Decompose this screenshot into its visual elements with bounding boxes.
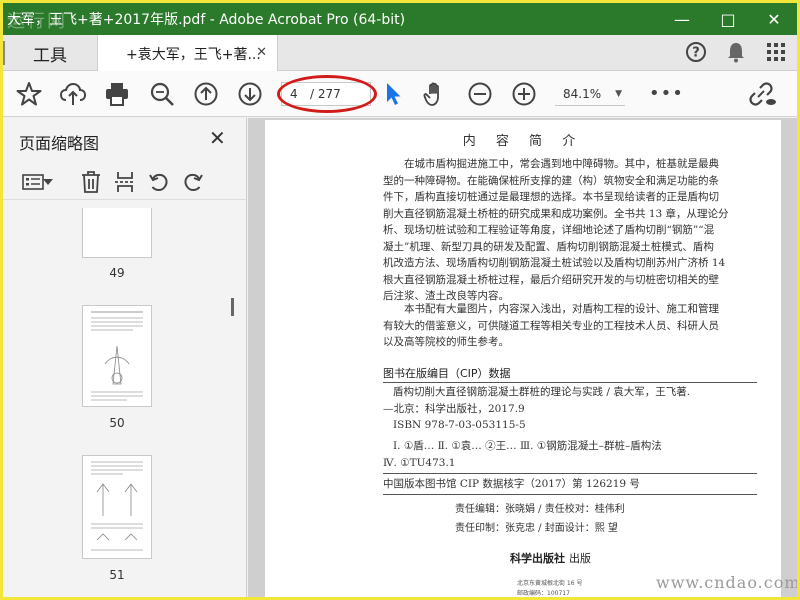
- thumbnail-page-49[interactable]: [82, 208, 152, 258]
- cip-entry: 盾构切削大直径钢筋混凝土群桩的理论与实践 / 袁大军，王飞著.: [393, 384, 763, 401]
- thumbnails-panel: 页面缩略图 ✕ 49 50 51: [3, 118, 247, 597]
- thumbnail-label: 51: [109, 568, 125, 582]
- cip-rule-bottom: [383, 494, 757, 495]
- caret-down-icon[interactable]: [41, 168, 55, 196]
- publisher-logo-text: 科学出版社: [510, 552, 565, 565]
- publisher-postcode: 邮政编码：100717: [517, 590, 570, 597]
- chevron-down-icon: ▼: [615, 88, 623, 99]
- page-up-icon[interactable]: [192, 80, 220, 108]
- select-cursor-icon[interactable]: [379, 80, 407, 108]
- intro-paragraph-1: 在城市盾构掘进施工中，常会遇到地中障碍物。其中，桩基就是最典: [383, 156, 757, 173]
- text-line: Ⅰ. ①盾… Ⅱ. ①袁… ②王… Ⅲ. ①钢筋混凝土–群桩–盾构法: [393, 440, 662, 452]
- more-tools-icon[interactable]: •••: [649, 83, 684, 104]
- tab-document-label: +袁大军，王飞+著...: [126, 46, 261, 63]
- thumbnail-page-51[interactable]: [82, 455, 152, 559]
- share-link-icon[interactable]: [749, 80, 777, 108]
- publisher-name: 科学出版社 出版: [510, 550, 591, 566]
- cip-rule-mid: [383, 473, 757, 474]
- thumbnail-label: 50: [109, 416, 125, 430]
- main-toolbar: 4 / 277 84.1% ▼ •••: [3, 71, 797, 117]
- pdf-page: 内 容 简 介 在城市盾构掘进施工中，常会遇到地中障碍物。其中，桩基就是最典 型…: [265, 120, 781, 597]
- minimize-button[interactable]: —: [659, 3, 705, 35]
- text-line: 本书配有大量图片，内容深入浅出，对盾构工程的设计、施工和管理: [404, 303, 719, 315]
- thumbnail-label: 49: [109, 266, 125, 280]
- text-line: ISBN 978-7-03-053115-5: [393, 419, 526, 431]
- bell-icon[interactable]: [723, 39, 749, 65]
- watermark-url: www.cndao.com: [656, 573, 800, 592]
- publisher-tail: 出版: [569, 552, 591, 565]
- apps-grid-icon[interactable]: [763, 39, 789, 65]
- cip-isbn: ISBN 978-7-03-053115-5: [393, 417, 763, 434]
- watermark-logo: 运行网: [7, 11, 67, 32]
- tab-bar-icons: ?: [683, 39, 789, 65]
- svg-text:?: ?: [692, 46, 700, 61]
- title-bar: 运行网 大军，王飞+著+2017年版.pdf - Adobe Acrobat P…: [3, 3, 797, 35]
- panel-toolbar: [3, 164, 246, 200]
- intro-paragraph-1-rest: 型的一种障碍物。在能确保桩所支撑的建（构）筑物安全和满足功能的条 件下，盾构直接…: [383, 173, 757, 305]
- tab-bar: 工具 +袁大军，王飞+著... ✕ ?: [3, 35, 797, 72]
- credits-editor: 责任编辑：张晓娟 / 责任校对：桂伟利: [455, 504, 625, 515]
- text-line: 以及高等院校的师生参考。: [383, 336, 509, 348]
- print-icon[interactable]: [103, 80, 131, 108]
- publisher-address: 北京东黄城根北街 16 号: [517, 580, 583, 587]
- app-window: 运行网 大军，王飞+著+2017年版.pdf - Adobe Acrobat P…: [0, 0, 800, 600]
- intro-paragraph-2-rest: 有较大的借鉴意义，可供隧道工程等相关专业的工程技术人员、科研人员 以及高等院校的…: [383, 318, 757, 351]
- text-line: 削大直径钢筋混凝土桥桩的研究成果和成功案例。全书共 13 章，从理论分: [383, 207, 729, 220]
- cip-entry-publisher: —北京：科学出版社，2017.9: [383, 401, 753, 418]
- text-line: 机改造方法、现场盾构切削钢筋混凝土桩试验以及盾构切削苏州广济桥 14: [383, 257, 726, 269]
- zoom-select[interactable]: 84.1% ▼: [555, 82, 625, 106]
- rotate-cw-icon[interactable]: [179, 168, 207, 196]
- zoom-value: 84.1%: [563, 86, 602, 101]
- cloud-upload-icon[interactable]: [59, 80, 87, 108]
- tab-edge: [3, 41, 5, 65]
- text-line: 在城市盾构掘进施工中，常会遇到地中障碍物。其中，桩基就是最典: [404, 158, 719, 170]
- cip-number: 中国版本图书馆 CIP 数据核字（2017）第 126219 号: [383, 478, 640, 490]
- panel-close-button[interactable]: ✕: [209, 126, 226, 150]
- tab-close-button[interactable]: ✕: [256, 45, 267, 60]
- credits-print: 责任印制：张克忠 / 封面设计：熙 望: [455, 523, 618, 534]
- text-line: 件下，盾构直接切桩通过是最理想的选择。本书呈现给读者的正是盾构切: [383, 191, 719, 203]
- thumbnail-scrollbar[interactable]: [231, 298, 234, 316]
- extract-pages-icon[interactable]: [111, 168, 139, 196]
- document-view[interactable]: 内 容 简 介 在城市盾构掘进施工中，常会遇到地中障碍物。其中，桩基就是最典 型…: [248, 118, 797, 597]
- trash-icon[interactable]: [77, 168, 105, 196]
- text-line: 析、现场切桩试验和工程验证等角度，详细地论述了盾构切削“钢筋”“混: [383, 224, 715, 236]
- window-title: 大军，王飞+著+2017年版.pdf - Adobe Acrobat Pro (…: [7, 12, 406, 28]
- zoom-in-icon[interactable]: [510, 80, 538, 108]
- cip-classification-2: Ⅳ. ①TU473.1: [383, 455, 753, 472]
- page-down-icon[interactable]: [236, 80, 264, 108]
- help-icon[interactable]: ?: [683, 39, 709, 65]
- panel-title: 页面缩略图: [19, 134, 100, 153]
- text-line: 根大直径钢筋混凝土桥桩过程，最后介绍研究开发的与切桩密切相关的壁: [383, 273, 719, 286]
- zoom-out-icon[interactable]: [466, 80, 494, 108]
- thumbnail-page-50[interactable]: [82, 305, 152, 407]
- tab-tools-label: 工具: [33, 45, 67, 66]
- page-heading: 内 容 简 介: [462, 134, 584, 149]
- highlight-annotation-oval: [277, 75, 377, 113]
- text-line: 盾构切削大直径钢筋混凝土群桩的理论与实践 / 袁大军，王飞著.: [393, 386, 691, 398]
- cip-title: 图书在版编目（CIP）数据: [383, 367, 511, 380]
- rotate-ccw-icon[interactable]: [145, 168, 173, 196]
- restore-button[interactable]: □: [705, 3, 751, 35]
- star-icon[interactable]: [15, 80, 43, 108]
- text-line: —北京：科学出版社，2017.9: [383, 402, 525, 415]
- text-line: 凝土”机理、新型刀具的研发及配置、盾构切削钢筋混凝土桩模式、盾构: [383, 240, 714, 253]
- text-line: 型的一种障碍物。在能确保桩所支撑的建（构）筑物安全和满足功能的条: [383, 174, 719, 187]
- tab-tools[interactable]: 工具: [3, 35, 98, 71]
- text-line: 有较大的借鉴意义，可供隧道工程等相关专业的工程技术人员、科研人员: [383, 319, 719, 332]
- thumbnail-list[interactable]: 49 50 51: [3, 208, 239, 597]
- search-zoom-icon[interactable]: [148, 80, 176, 108]
- cip-classification: Ⅰ. ①盾… Ⅱ. ①袁… ②王… Ⅲ. ①钢筋混凝土–群桩–盾构法: [393, 438, 767, 455]
- close-window-button[interactable]: ✕: [751, 3, 797, 35]
- text-line: Ⅳ. ①TU473.1: [383, 456, 456, 469]
- tab-document[interactable]: +袁大军，王飞+著... ✕: [98, 35, 278, 72]
- intro-paragraph-2: 本书配有大量图片，内容深入浅出，对盾构工程的设计、施工和管理: [404, 301, 764, 318]
- hand-tool-icon[interactable]: [421, 80, 449, 108]
- cip-rule-top: [383, 382, 757, 383]
